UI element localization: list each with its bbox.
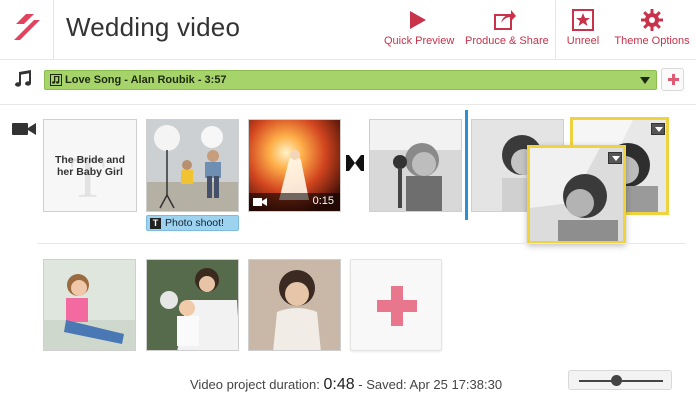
audio-note-icon — [50, 74, 62, 86]
project-title[interactable]: Wedding video — [66, 12, 240, 43]
audio-track-label: Love Song - Alan Roubik - 3:57 — [65, 74, 227, 86]
add-media-button[interactable] — [350, 259, 442, 351]
audio-track-dropdown-icon[interactable] — [640, 77, 650, 84]
caption-chip[interactable]: T Photo shoot! — [146, 215, 239, 231]
zoom-slider-thumb[interactable] — [611, 375, 623, 386]
quick-preview-label: Quick Preview — [384, 35, 455, 47]
star-box-icon — [572, 9, 594, 31]
app-header: Wedding video Quick Preview Produce & Sh… — [0, 0, 696, 60]
video-clip-camera-icon — [253, 198, 267, 206]
zoom-slider[interactable] — [568, 370, 672, 390]
audio-track-bar[interactable]: Love Song - Alan Roubik - 3:57 — [44, 70, 657, 90]
bride-child-image — [147, 260, 238, 350]
theme-options-label: Theme Options — [614, 35, 690, 47]
photo-tile-photoshoot[interactable] — [146, 119, 239, 212]
duration-value: 0:48 — [323, 376, 355, 393]
theme-options-button[interactable]: Theme Options — [614, 8, 690, 56]
produce-share-button[interactable]: Produce & Share — [465, 8, 549, 56]
project-status: Video project duration: 0:48 - Saved: Ap… — [190, 376, 502, 394]
transition-bowtie-icon[interactable] — [346, 153, 364, 173]
produce-share-label: Produce & Share — [465, 35, 549, 47]
quick-preview-button[interactable]: Quick Preview — [384, 8, 454, 56]
header-divider — [53, 0, 54, 60]
photoshoot-image — [147, 120, 238, 211]
selected-tile-menu-icon[interactable] — [651, 123, 665, 135]
video-clip-duration: 0:15 — [312, 195, 334, 207]
dragged-tile-menu-icon[interactable] — [608, 152, 622, 164]
timeline-row-divider — [38, 243, 686, 244]
duration-label: Video project duration: — [190, 377, 320, 392]
video-camera-icon — [12, 123, 36, 135]
photo-tile-bride-portrait[interactable] — [248, 259, 341, 351]
add-audio-button[interactable] — [661, 68, 684, 91]
play-icon — [410, 11, 426, 29]
text-caption-icon: T — [150, 218, 161, 229]
saved-status: - Saved: Apr 25 17:38:30 — [358, 377, 503, 392]
video-clip-overlay: 0:15 — [249, 193, 340, 211]
toolbar-divider — [555, 0, 556, 60]
unreel-button[interactable]: Unreel — [565, 8, 601, 56]
girl-microphone-image — [370, 120, 461, 211]
title-card-tile[interactable]: T The Bride and her Baby Girl — [43, 119, 137, 212]
music-icon — [15, 70, 31, 87]
app-logo-icon[interactable] — [10, 10, 44, 44]
row-divider — [0, 104, 696, 105]
gear-icon — [641, 9, 663, 31]
photo-tile-little-girl[interactable] — [43, 259, 136, 351]
share-icon — [494, 10, 516, 30]
unreel-label: Unreel — [566, 35, 600, 47]
dragged-photo-tile[interactable] — [527, 145, 626, 244]
video-clip-tile[interactable]: 0:15 — [248, 119, 341, 212]
title-card-text: The Bride and her Baby Girl — [54, 154, 125, 178]
caption-chip-label: Photo shoot! — [165, 217, 224, 229]
photo-tile-girl-microphone[interactable] — [369, 119, 462, 212]
little-girl-image — [44, 260, 135, 350]
photo-tile-bride-child[interactable] — [146, 259, 239, 351]
insertion-marker — [465, 110, 468, 220]
bride-portrait-image — [249, 260, 340, 350]
